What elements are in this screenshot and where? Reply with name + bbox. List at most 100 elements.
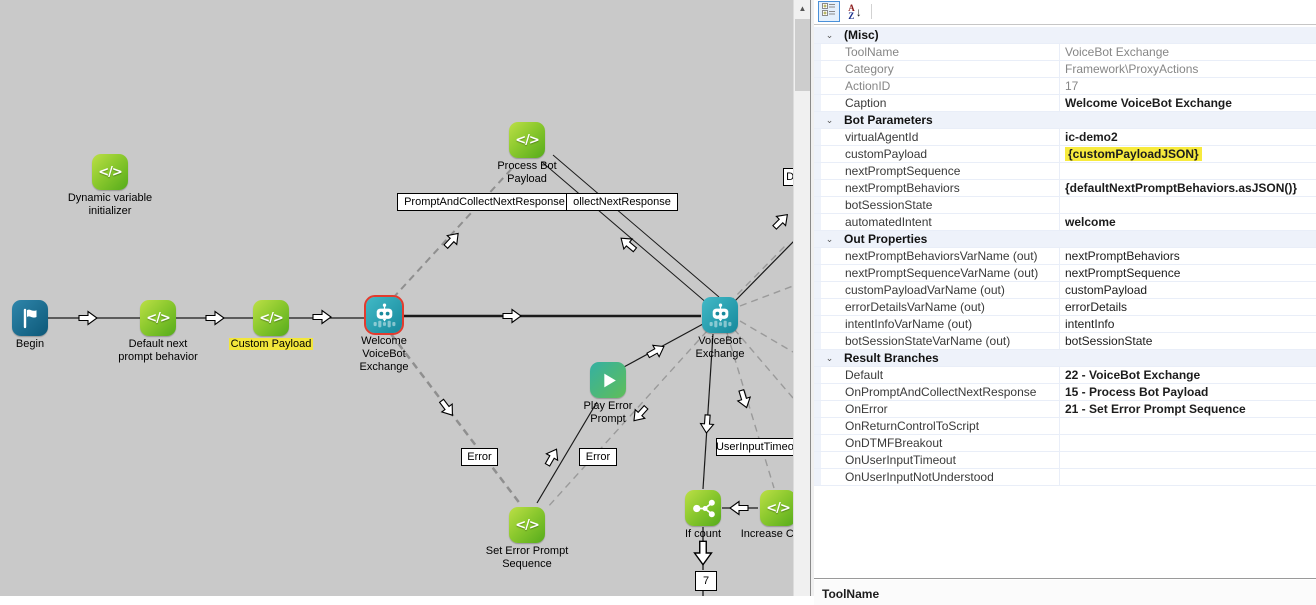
property-row-onpromptandcollectnextresponse[interactable]: OnPromptAndCollectNextResponse15 - Proce… <box>814 384 1316 401</box>
sort-alphabetical-icon: A Z ↓ <box>848 4 862 20</box>
property-value[interactable]: 17 <box>1059 78 1316 94</box>
property-value[interactable]: intentInfo <box>1059 316 1316 332</box>
section-title: (Misc) <box>844 28 879 42</box>
code-glyph: </> <box>515 518 539 533</box>
property-value[interactable]: {customPayloadJSON} <box>1059 146 1316 162</box>
section-header-misc[interactable]: ⌄(Misc) <box>814 27 1316 44</box>
property-label: nextPromptSequence <box>845 164 1059 178</box>
property-row-onuserinputnotunderstood[interactable]: OnUserInputNotUnderstood <box>814 469 1316 486</box>
node-label: VoiceBot Exchange <box>677 335 763 361</box>
code-icon: </> <box>509 122 545 158</box>
property-value[interactable]: nextPromptSequence <box>1059 265 1316 281</box>
property-row-ondtmfbreakout[interactable]: OnDTMFBreakout <box>814 435 1316 452</box>
scroll-up-icon[interactable]: ▲ <box>794 0 811 17</box>
property-value[interactable] <box>1059 435 1316 451</box>
node-label: Dynamic variable initializer <box>67 192 153 218</box>
section-header-result-branches[interactable]: ⌄Result Branches <box>814 350 1316 367</box>
property-label: botSessionStateVarName (out) <box>845 334 1059 348</box>
property-value[interactable]: welcome <box>1059 214 1316 230</box>
property-value[interactable]: 15 - Process Bot Payload <box>1059 384 1316 400</box>
property-row-custompayloadvarname-out[interactable]: customPayloadVarName (out)customPayload <box>814 282 1316 299</box>
node-increase-count[interactable]: </>Increase Count <box>760 490 793 526</box>
scrollbar-thumb[interactable] <box>795 19 810 91</box>
property-row-custompayload[interactable]: customPayload{customPayloadJSON} <box>814 146 1316 163</box>
property-label: nextPromptSequenceVarName (out) <box>845 266 1059 280</box>
property-value[interactable]: {defaultNextPromptBehaviors.asJSON()} <box>1059 180 1316 196</box>
property-row-nextpromptsequencevarname-out[interactable]: nextPromptSequenceVarName (out)nextPromp… <box>814 265 1316 282</box>
property-value[interactable]: ic-demo2 <box>1059 129 1316 145</box>
node-label: If count <box>660 528 746 541</box>
flow-canvas[interactable]: Begin</>Dynamic variable initializer</>D… <box>0 0 793 596</box>
property-row-virtualagentid[interactable]: virtualAgentIdic-demo2 <box>814 129 1316 146</box>
property-value[interactable]: errorDetails <box>1059 299 1316 315</box>
node-set-error-prompt-sequence[interactable]: </>Set Error Prompt Sequence <box>509 507 545 543</box>
property-value[interactable]: Framework\ProxyActions <box>1059 61 1316 77</box>
property-row-onerror[interactable]: OnError21 - Set Error Prompt Sequence <box>814 401 1316 418</box>
property-value[interactable] <box>1059 197 1316 213</box>
property-value[interactable]: nextPromptBehaviors <box>1059 248 1316 264</box>
property-label: botSessionState <box>845 198 1059 212</box>
property-label: customPayloadVarName (out) <box>845 283 1059 297</box>
property-label: OnDTMFBreakout <box>845 436 1059 450</box>
edge-label-promptandcollectnextresponse-0: PromptAndCollectNextResponse <box>397 193 572 211</box>
categorized-view-button[interactable] <box>818 1 840 22</box>
flow-arrow-icon <box>206 312 224 325</box>
property-row-default[interactable]: Default22 - VoiceBot Exchange <box>814 367 1316 384</box>
flow-arrow-icon <box>695 541 712 564</box>
property-row-nextpromptbehaviorsvarname-out[interactable]: nextPromptBehaviorsVarName (out)nextProm… <box>814 248 1316 265</box>
property-value[interactable]: Welcome VoiceBot Exchange <box>1059 95 1316 111</box>
property-value[interactable] <box>1059 469 1316 485</box>
node-default-next-prompt-behavior[interactable]: </>Default next prompt behavior <box>140 300 176 336</box>
chevron-down-icon: ⌄ <box>821 232 838 246</box>
property-row-toolname[interactable]: ToolNameVoiceBot Exchange <box>814 44 1316 61</box>
property-row-nextpromptsequence[interactable]: nextPromptSequence <box>814 163 1316 180</box>
code-icon: </> <box>140 300 176 336</box>
property-row-botsessionstatevarname-out[interactable]: botSessionStateVarName (out)botSessionSt… <box>814 333 1316 350</box>
alphabetical-sort-button[interactable]: A Z ↓ <box>844 1 866 22</box>
property-row-onreturncontroltoscript[interactable]: OnReturnControlToScript <box>814 418 1316 435</box>
property-value[interactable]: 21 - Set Error Prompt Sequence <box>1059 401 1316 417</box>
property-row-onuserinputtimeout[interactable]: OnUserInputTimeout <box>814 452 1316 469</box>
node-label: Welcome VoiceBot Exchange <box>341 335 427 374</box>
property-row-intentinfovarname-out[interactable]: intentInfoVarName (out)intentInfo <box>814 316 1316 333</box>
node-process-bot-payload[interactable]: </>Process Bot Payload <box>509 122 545 158</box>
toolbar-separator <box>871 4 872 19</box>
flow-arrow-icon <box>770 210 792 232</box>
flow-arrow-icon <box>645 341 667 361</box>
canvas-vertical-scrollbar[interactable]: ▲ <box>793 0 811 596</box>
property-value[interactable] <box>1059 163 1316 179</box>
code-glyph: </> <box>146 311 170 326</box>
node-welcome-voicebot-exchange[interactable]: Welcome VoiceBot Exchange <box>366 297 402 333</box>
property-row-caption[interactable]: CaptionWelcome VoiceBot Exchange <box>814 95 1316 112</box>
edge-label-userinputtimeout-5: UserInputTimeout <box>716 438 793 456</box>
property-row-nextpromptbehaviors[interactable]: nextPromptBehaviors{defaultNextPromptBeh… <box>814 180 1316 197</box>
code-icon: </> <box>760 490 793 526</box>
node-label: Begin <box>0 338 73 351</box>
property-value[interactable]: customPayload <box>1059 282 1316 298</box>
section-header-out-properties[interactable]: ⌄Out Properties <box>814 231 1316 248</box>
edge-label-7-6: 7 <box>695 571 717 591</box>
flow-arrow-icon <box>436 397 457 419</box>
property-row-botsessionstate[interactable]: botSessionState <box>814 197 1316 214</box>
property-value[interactable]: VoiceBot Exchange <box>1059 44 1316 60</box>
property-label: intentInfoVarName (out) <box>845 317 1059 331</box>
property-label: OnUserInputNotUnderstood <box>845 470 1059 484</box>
node-begin[interactable]: Begin <box>12 300 48 336</box>
property-row-automatedintent[interactable]: automatedIntentwelcome <box>814 214 1316 231</box>
property-row-errordetailsvarname-out[interactable]: errorDetailsVarName (out)errorDetails <box>814 299 1316 316</box>
property-row-category[interactable]: CategoryFramework\ProxyActions <box>814 61 1316 78</box>
section-header-bot-parameters[interactable]: ⌄Bot Parameters <box>814 112 1316 129</box>
flow-arrow-icon <box>730 502 748 515</box>
node-if-count[interactable]: If count <box>685 490 721 526</box>
property-value[interactable]: 22 - VoiceBot Exchange <box>1059 367 1316 383</box>
property-value[interactable] <box>1059 452 1316 468</box>
node-voicebot-exchange[interactable]: VoiceBot Exchange <box>702 297 738 333</box>
node-dynamic-variable-initializer[interactable]: </>Dynamic variable initializer <box>92 154 128 190</box>
node-play-error-prompt[interactable]: Play Error Prompt <box>590 362 626 398</box>
flow-arrow-icon <box>735 388 753 409</box>
node-custom-payload[interactable]: </>Custom Payload <box>253 300 289 336</box>
code-icon: </> <box>253 300 289 336</box>
property-row-actionid[interactable]: ActionID17 <box>814 78 1316 95</box>
property-value[interactable]: botSessionState <box>1059 333 1316 349</box>
property-value[interactable] <box>1059 418 1316 434</box>
